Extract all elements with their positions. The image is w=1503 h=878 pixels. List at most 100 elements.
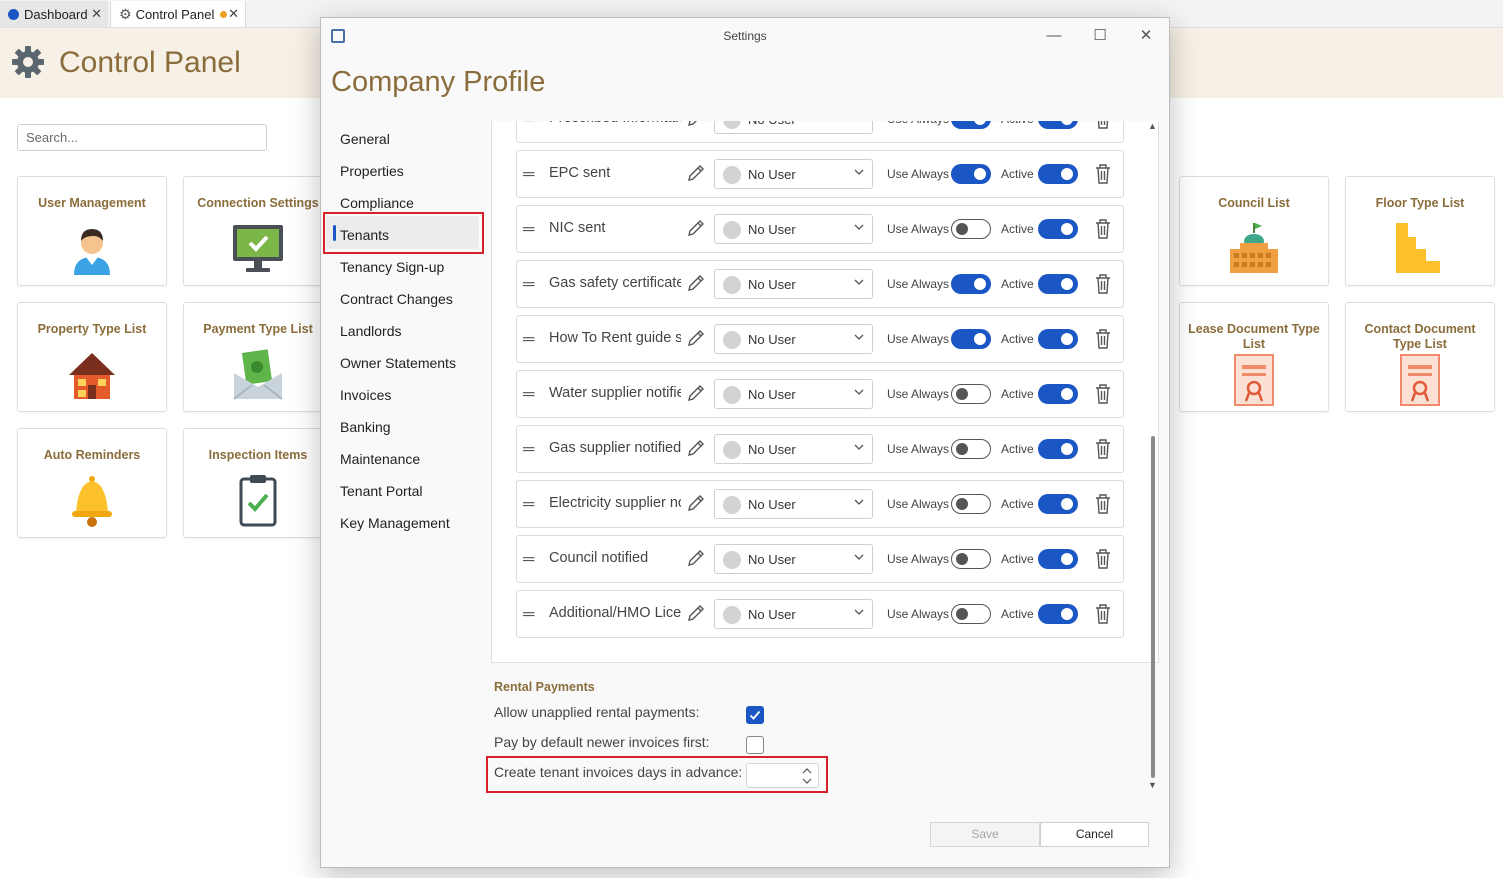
- user-dropdown[interactable]: No User: [714, 121, 873, 134]
- active-toggle[interactable]: [1038, 494, 1078, 514]
- tile-auto-reminders[interactable]: Auto Reminders: [17, 428, 167, 538]
- pencil-icon[interactable]: [685, 327, 707, 349]
- nav-item-properties[interactable]: Properties: [340, 161, 404, 181]
- tab-dashboard[interactable]: Dashboard ✕: [0, 1, 108, 27]
- user-dropdown[interactable]: No User: [714, 324, 873, 354]
- dialog-titlebar[interactable]: Settings — ☐ ✕: [321, 18, 1169, 54]
- trash-icon[interactable]: [1093, 603, 1113, 625]
- active-toggle[interactable]: [1038, 164, 1078, 184]
- tile-payment-type-list[interactable]: Payment Type List: [183, 302, 333, 412]
- nav-item-owner-statements[interactable]: Owner Statements: [340, 353, 456, 373]
- tile-floor-type-list[interactable]: Floor Type List: [1345, 176, 1495, 286]
- active-toggle[interactable]: [1038, 604, 1078, 624]
- active-toggle[interactable]: [1038, 274, 1078, 294]
- user-dropdown[interactable]: No User: [714, 379, 873, 409]
- nav-item-key-management[interactable]: Key Management: [340, 513, 450, 533]
- maximize-button[interactable]: ☐: [1085, 24, 1115, 48]
- active-toggle[interactable]: [1038, 121, 1078, 129]
- tab-control-panel[interactable]: ⚙ Control Panel ✕: [110, 1, 246, 27]
- active-toggle[interactable]: [1038, 439, 1078, 459]
- pay-newer-first-checkbox[interactable]: [746, 736, 764, 754]
- save-button[interactable]: Save: [930, 822, 1040, 847]
- use-always-toggle[interactable]: [951, 604, 991, 624]
- nav-item-landlords[interactable]: Landlords: [340, 321, 402, 341]
- use-always-toggle[interactable]: [951, 329, 991, 349]
- compliance-item-list: ═ Prescribed Informatio No User Use Always A…: [491, 121, 1159, 663]
- tile-inspection-items[interactable]: Inspection Items: [183, 428, 333, 538]
- trash-icon[interactable]: [1093, 328, 1113, 350]
- nav-item-tenancy-sign-up[interactable]: Tenancy Sign-up: [340, 257, 444, 277]
- tile-user-management[interactable]: User Management: [17, 176, 167, 286]
- pencil-icon[interactable]: [685, 121, 707, 129]
- nav-item-maintenance[interactable]: Maintenance: [340, 449, 420, 469]
- use-always-toggle[interactable]: [951, 164, 991, 184]
- scroll-up-icon[interactable]: ▲: [1148, 121, 1157, 131]
- trash-icon[interactable]: [1093, 548, 1113, 570]
- cancel-button[interactable]: Cancel: [1040, 822, 1149, 847]
- active-toggle[interactable]: [1038, 384, 1078, 404]
- drag-handle-icon[interactable]: ═: [523, 441, 534, 459]
- drag-handle-icon[interactable]: ═: [523, 331, 534, 349]
- pencil-icon[interactable]: [685, 492, 707, 514]
- trash-icon[interactable]: [1093, 121, 1113, 130]
- nav-item-general[interactable]: General: [340, 129, 390, 149]
- nav-item-contract-changes[interactable]: Contract Changes: [340, 289, 453, 309]
- user-dropdown[interactable]: No User: [714, 159, 873, 189]
- trash-icon[interactable]: [1093, 383, 1113, 405]
- pencil-icon[interactable]: [685, 272, 707, 294]
- drag-handle-icon[interactable]: ═: [523, 166, 534, 184]
- user-dropdown[interactable]: No User: [714, 599, 873, 629]
- active-toggle[interactable]: [1038, 219, 1078, 239]
- user-dropdown[interactable]: No User: [714, 269, 873, 299]
- pencil-icon[interactable]: [685, 382, 707, 404]
- close-button[interactable]: ✕: [1131, 24, 1161, 48]
- active-toggle[interactable]: [1038, 549, 1078, 569]
- active-toggle[interactable]: [1038, 329, 1078, 349]
- drag-handle-icon[interactable]: ═: [523, 276, 534, 294]
- drag-handle-icon[interactable]: ═: [523, 551, 534, 569]
- use-always-toggle[interactable]: [951, 494, 991, 514]
- pencil-icon[interactable]: [685, 602, 707, 624]
- trash-icon[interactable]: [1093, 163, 1113, 185]
- user-dropdown-value: No User: [748, 332, 796, 347]
- drag-handle-icon[interactable]: ═: [523, 121, 534, 129]
- trash-icon[interactable]: [1093, 218, 1113, 240]
- trash-icon[interactable]: [1093, 273, 1113, 295]
- drag-handle-icon[interactable]: ═: [523, 606, 534, 624]
- use-always-toggle[interactable]: [951, 439, 991, 459]
- drag-handle-icon[interactable]: ═: [523, 221, 534, 239]
- pencil-icon[interactable]: [685, 162, 707, 184]
- close-icon[interactable]: ✕: [91, 6, 102, 22]
- close-icon[interactable]: ✕: [228, 6, 239, 22]
- tile-council-list[interactable]: Council List: [1179, 176, 1329, 286]
- tile-lease-document-type-list[interactable]: Lease Document Type List: [1179, 302, 1329, 412]
- user-dropdown[interactable]: No User: [714, 544, 873, 574]
- use-always-toggle[interactable]: [951, 384, 991, 404]
- minimize-button[interactable]: —: [1039, 24, 1069, 48]
- drag-handle-icon[interactable]: ═: [523, 386, 534, 404]
- scroll-down-icon[interactable]: ▼: [1148, 780, 1157, 790]
- pencil-icon[interactable]: [685, 547, 707, 569]
- tile-connection-settings[interactable]: Connection Settings: [183, 176, 333, 286]
- tile-contact-document-type-list[interactable]: Contact Document Type List: [1345, 302, 1495, 412]
- use-always-toggle[interactable]: [951, 549, 991, 569]
- use-always-toggle[interactable]: [951, 121, 991, 129]
- tile-property-type-list[interactable]: Property Type List: [17, 302, 167, 412]
- use-always-toggle[interactable]: [951, 219, 991, 239]
- allow-unapplied-checkbox[interactable]: [746, 706, 764, 724]
- user-dropdown[interactable]: No User: [714, 434, 873, 464]
- user-dropdown[interactable]: No User: [714, 214, 873, 244]
- scrollbar-thumb[interactable]: [1151, 436, 1155, 778]
- user-dropdown[interactable]: No User: [714, 489, 873, 519]
- pencil-icon[interactable]: [685, 437, 707, 459]
- nav-item-compliance[interactable]: Compliance: [340, 193, 414, 213]
- drag-handle-icon[interactable]: ═: [523, 496, 534, 514]
- search-input[interactable]: [17, 124, 267, 151]
- nav-item-banking[interactable]: Banking: [340, 417, 391, 437]
- use-always-toggle[interactable]: [951, 274, 991, 294]
- nav-item-tenant-portal[interactable]: Tenant Portal: [340, 481, 423, 501]
- nav-item-invoices[interactable]: Invoices: [340, 385, 391, 405]
- trash-icon[interactable]: [1093, 438, 1113, 460]
- pencil-icon[interactable]: [685, 217, 707, 239]
- trash-icon[interactable]: [1093, 493, 1113, 515]
